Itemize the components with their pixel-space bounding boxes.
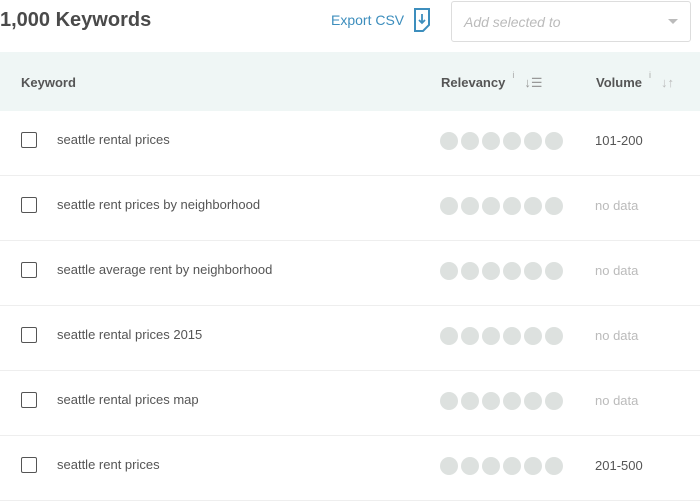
table-header: Keyword Relevancy i ↓☰ Volume i ↓↑ [0, 52, 700, 111]
relevancy-dot [545, 132, 563, 150]
relevancy-dot [503, 457, 521, 475]
relevancy-dot [524, 392, 542, 410]
volume-value: 201-500 [595, 458, 643, 473]
keyword-text: seattle rent prices by neighborhood [57, 197, 261, 212]
sort-descending-icon[interactable]: ↓☰ [524, 75, 542, 91]
column-volume[interactable]: Volume i ↓↑ [596, 70, 674, 90]
relevancy-dot [440, 197, 458, 215]
relevancy-dot [461, 132, 479, 150]
export-csv-label: Export CSV [331, 12, 405, 28]
relevancy-dot [545, 197, 563, 215]
table-row: seattle rental prices 101-200 [0, 111, 700, 176]
relevancy-dot [482, 327, 500, 345]
row-checkbox[interactable] [21, 392, 37, 408]
relevancy-dot [503, 197, 521, 215]
relevancy-meter [440, 327, 563, 345]
row-checkbox[interactable] [21, 197, 37, 213]
row-checkbox[interactable] [21, 457, 37, 473]
relevancy-dot [524, 132, 542, 150]
relevancy-dot [440, 392, 458, 410]
relevancy-meter [440, 392, 563, 410]
relevancy-dot [503, 327, 521, 345]
relevancy-dot [545, 457, 563, 475]
volume-value: no data [595, 328, 639, 343]
relevancy-meter [440, 262, 563, 280]
row-checkbox[interactable] [21, 327, 37, 343]
row-checkbox[interactable] [21, 262, 37, 278]
column-volume-label: Volume [596, 75, 642, 90]
relevancy-dot [503, 392, 521, 410]
relevancy-dot [461, 197, 479, 215]
volume-value: no data [595, 263, 639, 278]
volume-value: no data [595, 198, 639, 213]
add-selected-to-dropdown[interactable]: Add selected to [451, 1, 691, 42]
table-row: seattle rental prices map no data [0, 371, 700, 436]
relevancy-dot [482, 262, 500, 280]
keyword-text: seattle rental prices 2015 [57, 327, 203, 342]
relevancy-dot [545, 262, 563, 280]
keyword-count-title: 1,000 Keywords [0, 9, 152, 31]
relevancy-dot [482, 457, 500, 475]
chevron-down-icon [668, 19, 678, 24]
add-selected-placeholder: Add selected to [464, 13, 561, 30]
relevancy-dot [440, 327, 458, 345]
keyword-text: seattle rent prices [57, 457, 160, 472]
relevancy-dot [482, 132, 500, 150]
relevancy-meter [440, 457, 563, 475]
relevancy-dot [461, 392, 479, 410]
volume-value: no data [595, 393, 639, 408]
export-csv-button[interactable]: Export CSV [331, 8, 431, 32]
keyword-text: seattle average rent by neighborhood [57, 262, 273, 277]
row-checkbox[interactable] [21, 132, 37, 148]
relevancy-dot [503, 262, 521, 280]
table-row: seattle average rent by neighborhood no … [0, 241, 700, 306]
table-row: seattle rent prices by neighborhood no d… [0, 176, 700, 241]
column-relevancy-label: Relevancy [441, 75, 506, 90]
column-keyword-label: Keyword [21, 75, 76, 90]
keyword-text: seattle rental prices [57, 132, 170, 147]
relevancy-dot [482, 392, 500, 410]
info-icon[interactable]: i [649, 70, 651, 80]
relevancy-dot [545, 392, 563, 410]
relevancy-dot [524, 197, 542, 215]
relevancy-dot [440, 132, 458, 150]
relevancy-meter [440, 197, 563, 215]
relevancy-dot [461, 457, 479, 475]
download-file-icon [413, 8, 431, 32]
sort-icon[interactable]: ↓↑ [661, 75, 674, 90]
relevancy-dot [524, 262, 542, 280]
relevancy-dot [524, 327, 542, 345]
relevancy-dot [545, 327, 563, 345]
keyword-text: seattle rental prices map [57, 392, 199, 407]
info-icon[interactable]: i [512, 70, 514, 80]
relevancy-dot [440, 457, 458, 475]
column-keyword: Keyword [21, 75, 76, 90]
volume-value: 101-200 [595, 133, 643, 148]
column-relevancy[interactable]: Relevancy i ↓☰ [441, 70, 542, 91]
relevancy-dot [503, 132, 521, 150]
table-row: seattle rent prices 201-500 [0, 436, 700, 501]
relevancy-dot [461, 327, 479, 345]
relevancy-meter [440, 132, 563, 150]
relevancy-dot [524, 457, 542, 475]
relevancy-dot [461, 262, 479, 280]
relevancy-dot [482, 197, 500, 215]
relevancy-dot [440, 262, 458, 280]
table-row: seattle rental prices 2015 no data [0, 306, 700, 371]
